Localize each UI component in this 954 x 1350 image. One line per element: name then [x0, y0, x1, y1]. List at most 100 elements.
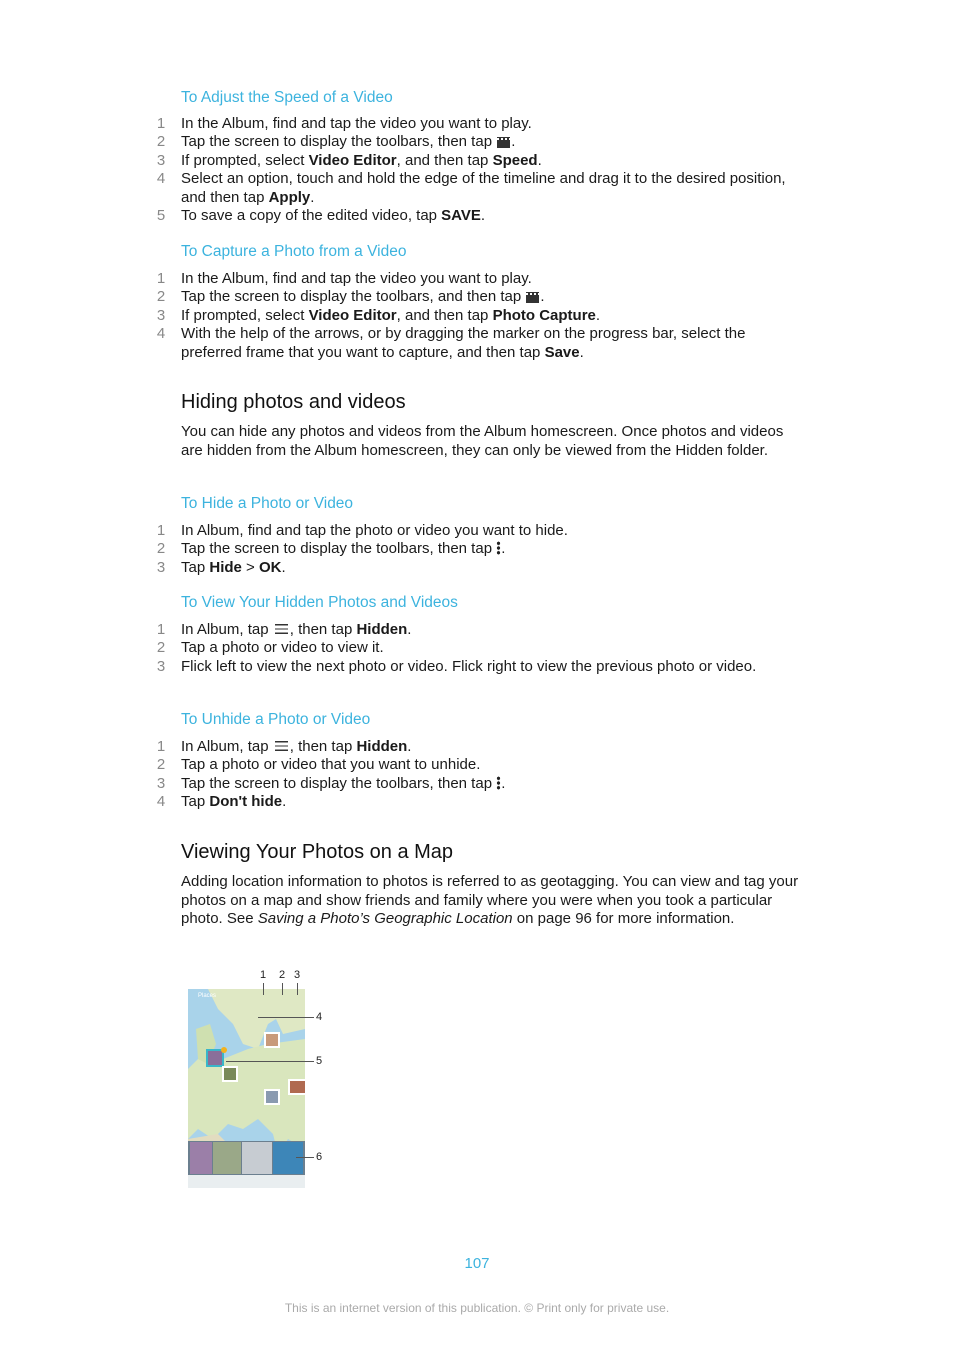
section-heading: Viewing Your Photos on a Map — [181, 841, 454, 863]
text: With the help of the arrows, or by dragg… — [181, 325, 746, 361]
text: , and then tap — [396, 151, 493, 169]
procedure-heading: To Hide a Photo or Video — [181, 495, 354, 512]
step-item: 1 In Album, tap , then tap Hidden. — [157, 738, 801, 756]
text: . — [537, 151, 542, 169]
text: Tap a photo or video that you want to un… — [181, 756, 481, 774]
text: . — [282, 793, 287, 811]
step-item: 3 If prompted, select Video Editor, and t… — [157, 151, 801, 170]
step-number: 1 — [156, 621, 166, 638]
text: , then tap — [289, 738, 357, 755]
step-item: 2 Tap the screen to display the toolbars,… — [157, 288, 801, 306]
text: . — [310, 188, 315, 206]
footer-note: This is an internet version of this publ… — [284, 1301, 670, 1315]
text: on page 96 for more information. — [512, 910, 735, 927]
step-number: 1 — [156, 115, 166, 132]
callout-line — [258, 1017, 314, 1018]
text: In Album, find and tap the photo or vide… — [181, 522, 568, 539]
clapperboard-icon — [497, 137, 511, 149]
paragraph: Adding location information to photos is… — [181, 873, 801, 929]
step-item: 1 In Album, find and tap the photo or vid… — [157, 522, 801, 540]
callout-2: 2 — [279, 969, 286, 981]
step-item: 2 Tap the screen to display the toolbars,… — [157, 540, 801, 558]
bold-term: OK — [258, 558, 282, 576]
step-item: 2 Tap the screen to display the toolbars,… — [157, 133, 801, 151]
bold-term: SAVE — [441, 207, 481, 225]
bold-term: Don't hide — [209, 793, 283, 811]
step-number: 1 — [156, 738, 166, 755]
step-number: 2 — [156, 756, 166, 774]
text: If prompted, select — [181, 151, 309, 169]
step-number: 1 — [156, 522, 166, 539]
text: You can hide any photos and videos from … — [181, 423, 784, 459]
step-list: 1 In Album, tap , then tap Hidden. 2 Tap a … — [157, 621, 801, 676]
procedure-heading: To Adjust the Speed of a Video — [181, 89, 393, 106]
paragraph: You can hide any photos and videos from … — [181, 423, 801, 460]
text: In the Album, find and tap the video you… — [181, 115, 532, 132]
procedure-heading: To View Your Hidden Photos and Videos — [181, 594, 458, 611]
text: . — [595, 306, 601, 324]
step-number: 2 — [156, 540, 166, 558]
callout-line — [226, 1061, 314, 1062]
step-list: 1 In the Album, find and tap the video yo… — [157, 270, 801, 362]
text: . — [501, 774, 506, 792]
cross-reference: Saving a Photo’s Geographic Location — [257, 910, 513, 927]
text: . — [501, 540, 506, 558]
procedure-heading: To Unhide a Photo or Video — [181, 711, 371, 728]
text: If prompted, select — [181, 306, 309, 324]
clapperboard-icon — [526, 292, 540, 304]
text: . — [407, 738, 412, 755]
step-item: 4 With the help of the arrows, or by drag… — [157, 325, 801, 362]
callout-5: 5 — [316, 1055, 323, 1067]
text: In Album, tap — [181, 621, 273, 638]
callout-line — [297, 983, 298, 995]
document-page: To Adjust the Speed of a Video 1 In the Al… — [0, 0, 954, 1350]
step-number: 3 — [156, 774, 166, 792]
step-number: 4 — [156, 325, 166, 343]
text: , then tap — [289, 621, 357, 638]
section-heading: Hiding photos and videos — [181, 391, 406, 413]
step-item: 2 Tap a photo or video that you want to u… — [157, 756, 801, 774]
text: Tap the screen to display the toolbars, … — [181, 288, 526, 306]
step-item: 4 Select an option, touch and hold the ed… — [157, 170, 801, 207]
bold-term: Save — [544, 343, 580, 361]
procedure-heading: To Capture a Photo from a Video — [181, 243, 407, 260]
step-item: 5 To save a copy of the edited video, tap… — [157, 207, 801, 225]
text: . — [281, 558, 286, 576]
text: . — [407, 621, 412, 638]
step-number: 4 — [156, 793, 166, 811]
text: . — [480, 207, 486, 225]
step-item: 2 Tap a photo or video to view it. — [157, 639, 801, 657]
text: In the Album, find and tap the video you… — [181, 270, 532, 287]
step-list: 1 In the Album, find and tap the video yo… — [157, 115, 801, 225]
step-number: 3 — [156, 657, 166, 675]
step-number: 3 — [156, 558, 166, 576]
callout-4: 4 — [316, 1011, 323, 1023]
step-number: 2 — [156, 639, 166, 657]
text: Tap — [181, 793, 210, 811]
step-list: 1 In Album, find and tap the photo or vid… — [157, 522, 801, 577]
step-item: 3 If prompted, select Video Editor, and t… — [157, 306, 801, 325]
text: . — [511, 133, 516, 151]
text: Tap a photo or video to view it. — [181, 639, 384, 657]
callout-6: 6 — [316, 1151, 323, 1163]
callout-line — [282, 983, 283, 995]
text: Flick left to view the next photo or vid… — [181, 657, 757, 675]
bold-term: Video Editor — [308, 151, 397, 169]
step-number: 2 — [156, 288, 166, 306]
text: To save a copy of the edited video, tap — [181, 207, 442, 225]
page-number: 107 — [464, 1255, 490, 1272]
step-item: 1 In Album, tap , then tap Hidden. — [157, 621, 801, 639]
text: > — [241, 558, 259, 576]
text: Tap — [181, 558, 210, 576]
bold-term: Hidden — [356, 738, 408, 755]
bold-term: Speed — [492, 151, 538, 169]
step-item: 1 In the Album, find and tap the video yo… — [157, 115, 801, 133]
callout-line — [263, 983, 264, 995]
bold-term: Apply — [268, 188, 311, 206]
step-number: 5 — [156, 207, 166, 225]
bold-term: Hidden — [356, 621, 408, 638]
callout-line — [296, 1157, 314, 1158]
menu-icon — [274, 741, 288, 751]
step-number: 4 — [156, 170, 166, 188]
step-number: 1 — [156, 270, 166, 287]
